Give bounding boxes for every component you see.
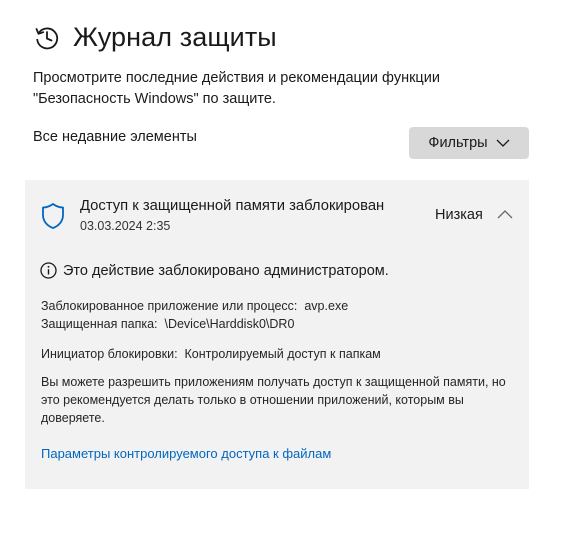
blocked-app-value: avp.exe [304, 299, 349, 313]
controlled-folder-access-settings-link[interactable]: Параметры контролируемого доступа к файл… [41, 446, 331, 461]
blocked-app-row: Заблокированное приложение или процесс: … [41, 299, 348, 313]
filters-button-label: Фильтры [428, 135, 488, 151]
recent-items-label: Все недавние элементы [33, 129, 197, 145]
admin-notice: Это действие заблокировано администратор… [40, 262, 389, 279]
event-title: Доступ к защищенной памяти заблокирован [80, 198, 385, 214]
initiator-row: Инициатор блокировки: Контролируемый дос… [41, 347, 381, 361]
severity-level: Низкая [435, 207, 483, 223]
protection-event-card: Доступ к защищенной памяти заблокирован … [25, 180, 529, 489]
chevron-down-icon [496, 139, 510, 147]
initiator-label: Инициатор блокировки: [41, 347, 178, 361]
blocked-app-label: Заблокированное приложение или процесс: [41, 299, 298, 313]
page-header: Журнал защиты [33, 22, 277, 53]
admin-notice-text: Это действие заблокировано администратор… [63, 262, 389, 279]
explanation-text: Вы можете разрешить приложениям получать… [41, 375, 506, 425]
info-icon [40, 262, 57, 279]
protected-folder-label: Защищенная папка: [41, 317, 158, 331]
initiator-value: Контролируемый доступ к папкам [184, 347, 381, 361]
protected-folder-value: \Device\Harddisk0\DR0 [164, 317, 295, 331]
filters-button[interactable]: Фильтры [409, 127, 529, 159]
chevron-up-icon[interactable] [497, 209, 513, 219]
page-description: Просмотрите последние действия и рекомен… [33, 70, 440, 107]
event-date: 03.03.2024 2:35 [80, 219, 171, 233]
page-title: Журнал защиты [73, 22, 277, 52]
history-clock-icon [35, 27, 59, 49]
shield-icon [42, 203, 64, 229]
protected-folder-row: Защищенная папка: \Device\Harddisk0\DR0 [41, 317, 294, 331]
